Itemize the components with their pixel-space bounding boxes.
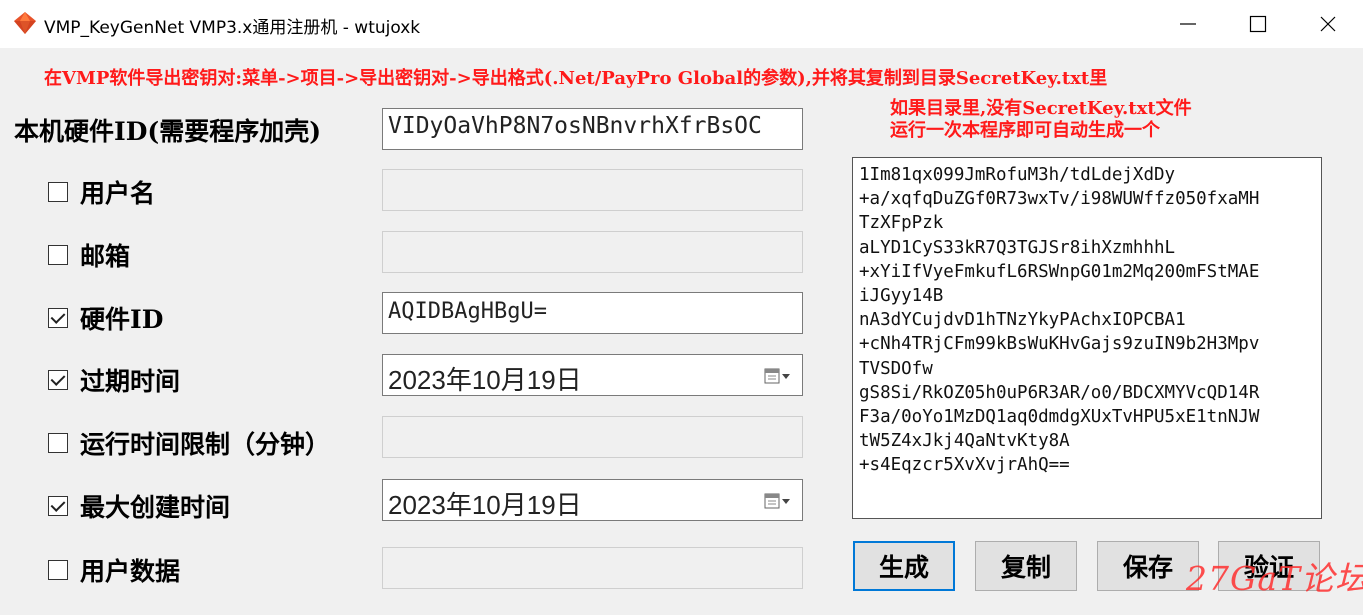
runtime-limit-label: 运行时间限制（分钟）: [80, 430, 331, 459]
machine-hwid-label: 本机硬件ID(需要程序加壳): [14, 117, 322, 146]
title-bar: VMP_KeyGenNet VMP3.x通用注册机 - wtujoxk: [0, 0, 1363, 48]
username-input[interactable]: [382, 169, 803, 211]
instruction-notice: 在VMP软件导出密钥对:菜单->项目->导出密钥对->导出格式(.Net/Pay…: [44, 68, 1108, 89]
serial-key-line: TzXFpPzk: [859, 213, 944, 234]
hwid-checkbox-row[interactable]: 硬件ID: [48, 300, 163, 336]
username-label: 用户名: [80, 179, 156, 208]
user-data-input[interactable]: [382, 547, 803, 589]
serial-key-line: iJGyy14B: [859, 286, 944, 307]
email-checkbox-row[interactable]: 邮箱: [48, 237, 130, 273]
email-label: 邮箱: [80, 242, 131, 271]
diamond-logo-icon: [14, 12, 36, 34]
expiration-date-value: 2023年10月19日: [388, 365, 582, 395]
expiration-date-picker[interactable]: 2023年10月19日: [382, 354, 803, 396]
machine-hwid-value: VIDyOaVhP8N7osNBnvrhXfrBsOC: [388, 113, 762, 139]
generate-button[interactable]: 生成: [853, 541, 955, 591]
serial-key-line: TVSDOfw: [859, 358, 933, 379]
auto-generate-notice: 运行一次本程序即可自动生成一个: [890, 120, 1160, 141]
serial-key-line: +a/xqfqDuZGf0R73wxTv/i98WUWffz050fxaMH: [859, 189, 1260, 210]
hwid-input[interactable]: AQIDBAgHBgU=: [382, 292, 803, 334]
minimize-icon: [1180, 23, 1196, 25]
expiration-checkbox-row[interactable]: 过期时间: [48, 362, 180, 398]
hwid-value: AQIDBAgHBgU=: [388, 299, 547, 324]
serial-key-line: tW5Z4xJkj4QaNtvKty8A: [859, 431, 1070, 452]
user-data-checkbox[interactable]: [48, 560, 68, 580]
serial-key-line: +xYiIfVyeFmkufL6RSWnpG01m2Mq200mFStMAE: [859, 261, 1260, 282]
email-input[interactable]: [382, 231, 803, 273]
serial-key-line: F3a/0oYo1MzDQ1aq0dmdgXUxTvHPU5xE1tnNJW: [859, 407, 1260, 428]
hwid-label: 硬件ID: [80, 305, 164, 334]
user-data-checkbox-row[interactable]: 用户数据: [48, 552, 180, 588]
close-icon: [1320, 16, 1336, 32]
runtime-limit-input[interactable]: [382, 416, 803, 458]
calendar-dropdown-icon[interactable]: [764, 367, 792, 385]
window-title: VMP_KeyGenNet VMP3.x通用注册机 - wtujoxk: [44, 18, 421, 38]
email-checkbox[interactable]: [48, 245, 68, 265]
forum-watermark: 27GaT论坛: [1186, 559, 1363, 598]
copy-button[interactable]: 复制: [975, 541, 1077, 591]
serial-key-line: nA3dYCujdvD1hTNzYkyPAchxIOPCBA1: [859, 310, 1186, 331]
calendar-dropdown-icon[interactable]: [764, 492, 792, 510]
max-build-date-picker[interactable]: 2023年10月19日: [382, 479, 803, 521]
runtime-limit-checkbox[interactable]: [48, 433, 68, 453]
expiration-checkbox[interactable]: [48, 370, 68, 390]
runtime-limit-checkbox-row[interactable]: 运行时间限制（分钟）: [48, 425, 330, 461]
serial-key-textarea[interactable]: 1Im81qx099JmRofuM3h/tdLdejXdDy +a/xqfqDu…: [852, 157, 1322, 519]
serial-key-line: +s4Eqzcr5XvXvjrAhQ==: [859, 455, 1070, 476]
hwid-checkbox[interactable]: [48, 308, 68, 328]
user-data-label: 用户数据: [80, 557, 181, 586]
serial-key-line: gS8Si/RkOZ05h0uP6R3AR/o0/BDCXMYVcQD14R: [859, 382, 1260, 403]
max-build-date-checkbox[interactable]: [48, 496, 68, 516]
max-build-date-label: 最大创建时间: [80, 493, 231, 522]
max-build-date-checkbox-row[interactable]: 最大创建时间: [48, 488, 230, 524]
maximize-icon: [1249, 15, 1267, 33]
serial-key-line: +cNh4TRjCFm99kBsWuKHvGajs9zuIN9b2H3Mpv: [859, 334, 1260, 355]
serial-key-line: 1Im81qx099JmRofuM3h/tdLdejXdDy: [859, 165, 1176, 185]
minimize-button[interactable]: [1153, 0, 1223, 48]
close-button[interactable]: [1293, 0, 1363, 48]
expiration-label: 过期时间: [80, 367, 181, 396]
machine-hwid-field[interactable]: VIDyOaVhP8N7osNBnvrhXfrBsOC: [382, 108, 803, 150]
username-checkbox-row[interactable]: 用户名: [48, 174, 155, 210]
max-build-date-value: 2023年10月19日: [388, 490, 582, 520]
maximize-button[interactable]: [1223, 0, 1293, 48]
save-button[interactable]: 保存: [1097, 541, 1199, 591]
username-checkbox[interactable]: [48, 182, 68, 202]
serial-key-line: aLYD1CyS33kR7Q3TGJSr8ihXzmhhhL: [859, 237, 1176, 258]
